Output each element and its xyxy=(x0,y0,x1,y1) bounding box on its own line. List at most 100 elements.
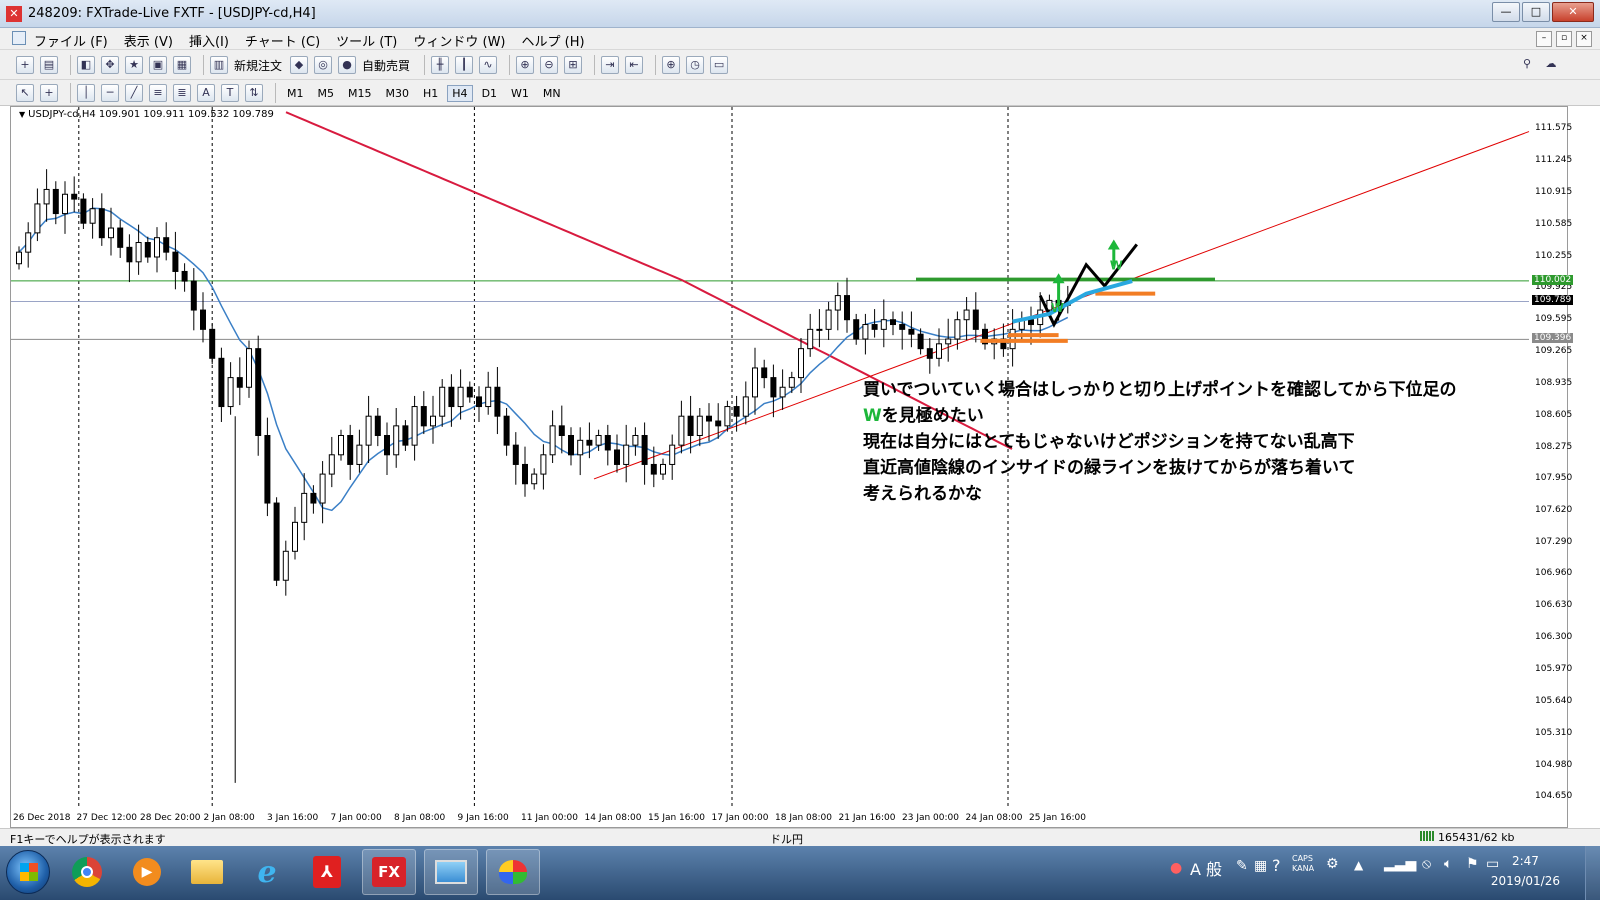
arrows-icon[interactable]: ⇅ xyxy=(245,84,263,102)
trendline-icon[interactable]: ╱ xyxy=(125,84,143,102)
ime-settings-icon[interactable]: ⚙ xyxy=(1326,856,1339,872)
taskbar-pdf[interactable]: ⅄ xyxy=(300,849,354,895)
maximize-button[interactable]: □ xyxy=(1522,2,1550,22)
auto-trade-icon[interactable]: ● xyxy=(338,56,357,74)
bar-chart-icon[interactable]: ╫ xyxy=(431,56,450,74)
chart-annotation: 買いでついていく場合はしっかりと切り上げポイントを確認してから下位足の Wを見極… xyxy=(863,377,1456,507)
bullish-candle xyxy=(549,425,556,456)
bullish-candle xyxy=(660,463,666,475)
new-order-button[interactable]: 新規注文 xyxy=(234,57,282,74)
tf-mn[interactable]: MN xyxy=(538,85,566,102)
vertical-line-icon[interactable]: │ xyxy=(77,84,95,102)
auto-scroll-icon[interactable]: ⇥ xyxy=(601,56,620,74)
document-icon[interactable] xyxy=(12,31,26,45)
tf-w1[interactable]: W1 xyxy=(506,85,534,102)
tf-h1[interactable]: H1 xyxy=(418,85,443,102)
profiles-icon[interactable]: ▤ xyxy=(40,56,58,74)
menu-view[interactable]: 表示 (V) xyxy=(124,31,173,50)
tf-h4[interactable]: H4 xyxy=(447,84,473,102)
crosshair-icon[interactable]: + xyxy=(40,84,58,102)
chart-header: ▼ USDJPY-cd,H4 109.901 109.911 109.532 10… xyxy=(19,109,274,120)
templates-icon[interactable]: ▭ xyxy=(710,56,729,74)
tf-m15[interactable]: M15 xyxy=(343,85,377,102)
show-desktop-button[interactable] xyxy=(1585,846,1600,900)
tf-d1[interactable]: D1 xyxy=(477,85,502,102)
tf-m30[interactable]: M30 xyxy=(381,85,415,102)
bearish-candle xyxy=(273,502,280,581)
menu-help[interactable]: ヘルプ (H) xyxy=(522,31,585,50)
signals-icon[interactable]: ◎ xyxy=(314,56,333,74)
close-button[interactable]: ✕ xyxy=(1552,2,1594,22)
taskbar-chrome[interactable] xyxy=(60,849,114,895)
tf-m5[interactable]: M5 xyxy=(313,85,340,102)
metaeditor-icon[interactable]: ◆ xyxy=(290,56,309,74)
menu-insert[interactable]: 挿入(I) xyxy=(189,31,229,50)
taskbar-photo[interactable] xyxy=(424,849,478,895)
volume-icon[interactable]: 🔈︎ xyxy=(1444,856,1452,872)
text-label-icon[interactable]: T xyxy=(221,84,239,102)
cursor-icon[interactable]: ↖ xyxy=(16,84,34,102)
indicators-icon[interactable]: ⊕ xyxy=(662,56,681,74)
menu-tools[interactable]: ツール (T) xyxy=(336,31,397,50)
menu-window[interactable]: ウィンドウ (W) xyxy=(413,31,505,50)
candlestick-icon[interactable]: ┃ xyxy=(455,56,474,74)
periods-icon[interactable]: ◷ xyxy=(686,56,705,74)
horizontal-line-icon[interactable]: ─ xyxy=(101,84,119,102)
ime-tools-icon[interactable]: ✎ xyxy=(1236,858,1248,874)
minimize-button[interactable]: — xyxy=(1492,2,1520,22)
mdi-restore-button[interactable]: ▫ xyxy=(1556,31,1572,47)
terminal-icon[interactable]: ▣ xyxy=(149,56,167,74)
tray-expand-icon[interactable]: ▲ xyxy=(1354,858,1363,872)
ime-mode[interactable]: A 般 xyxy=(1190,856,1222,880)
taskbar-fx[interactable]: FX xyxy=(362,849,416,895)
menu-file[interactable]: ファイル (F) xyxy=(34,31,108,50)
tile-windows-icon[interactable]: ⊞ xyxy=(564,56,583,74)
start-button[interactable] xyxy=(6,850,50,894)
fibonacci-icon[interactable]: ≣ xyxy=(173,84,191,102)
market-watch-icon[interactable]: ◧ xyxy=(77,56,95,74)
equidistant-channel-icon[interactable]: ≡ xyxy=(149,84,167,102)
bearish-candle xyxy=(144,242,151,258)
taskbar-paint[interactable] xyxy=(486,849,540,895)
zoom-out-icon[interactable]: ⊖ xyxy=(540,56,559,74)
ime-dictionary-icon[interactable]: ▦ xyxy=(1254,858,1267,874)
drawing-toolbar: ↖ + │ ─ ╱ ≡ ≣ A T ⇅ M1 M5 M15 M30 H1 H4 … xyxy=(0,80,1600,106)
chart-window[interactable]: ▼ USDJPY-cd,H4 109.901 109.911 109.532 10… xyxy=(10,106,1574,828)
action-center-icon[interactable]: ⚑ xyxy=(1466,856,1479,872)
chart-menu-icon[interactable]: ▼ xyxy=(19,110,25,119)
ime-help-icon[interactable]: ? xyxy=(1272,856,1281,875)
clock[interactable]: 2:47 2019/01/26 xyxy=(1491,851,1560,891)
chart-shift-icon[interactable]: ⇤ xyxy=(625,56,644,74)
bearish-candle xyxy=(80,198,87,224)
bearish-candle xyxy=(264,434,271,504)
chat-icon[interactable]: ☁ xyxy=(1542,56,1560,74)
menu-chart[interactable]: チャート (C) xyxy=(245,31,320,50)
mdi-minimize-button[interactable]: – xyxy=(1536,31,1552,47)
no-sound-icon[interactable]: ⦸ xyxy=(1422,856,1431,872)
data-window-icon[interactable]: ✥ xyxy=(101,56,119,74)
bearish-candle xyxy=(908,328,915,335)
line-chart-icon[interactable]: ∿ xyxy=(479,56,498,74)
zoom-in-icon[interactable]: ⊕ xyxy=(516,56,535,74)
tf-m1[interactable]: M1 xyxy=(282,85,309,102)
bearish-candle xyxy=(402,425,409,446)
taskbar-explorer[interactable] xyxy=(180,849,234,895)
tester-icon[interactable]: ▦ xyxy=(173,56,191,74)
search-icon[interactable]: ⚲ xyxy=(1518,56,1536,74)
taskbar-media[interactable]: ▶ xyxy=(120,849,174,895)
taskbar-ie[interactable]: e xyxy=(240,849,294,895)
ime-bar-icon[interactable]: ● xyxy=(1170,860,1182,876)
price-tick-label: 111.245 xyxy=(1535,154,1573,165)
text-icon[interactable]: A xyxy=(197,84,215,102)
separator xyxy=(424,55,426,75)
standard-toolbar: + ▤ ◧ ✥ ★ ▣ ▦ ▥ 新規注文 ◆ ◎ ● 自動売買 ╫ ┃ ∿ ⊕ … xyxy=(0,50,1600,80)
price-axis[interactable]: 111.575 111.245 110.915 110.585 110.255 109.9… xyxy=(1531,107,1574,827)
navigator-icon[interactable]: ★ xyxy=(125,56,143,74)
bullish-candle xyxy=(89,208,96,224)
mdi-close-button[interactable]: × xyxy=(1576,31,1592,47)
network-icon[interactable]: ▂▃▅ xyxy=(1384,856,1416,872)
new-order-icon[interactable]: ▥ xyxy=(210,56,228,74)
new-chart-icon[interactable]: + xyxy=(16,56,34,74)
auto-trade-button[interactable]: 自動売買 xyxy=(362,57,410,74)
bearish-candle xyxy=(200,309,206,330)
